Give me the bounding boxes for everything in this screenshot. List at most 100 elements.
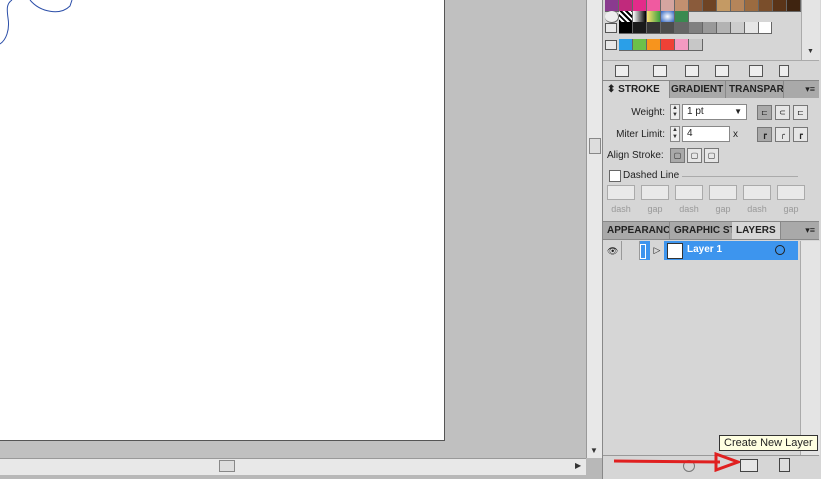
- swatch[interactable]: [703, 0, 717, 12]
- show-swatch-kinds-icon[interactable]: [653, 65, 667, 77]
- swatch[interactable]: [647, 39, 661, 51]
- swatch-libraries-icon[interactable]: [615, 65, 629, 77]
- weight-stepper[interactable]: ▲ ▼: [670, 104, 680, 120]
- projecting-cap-button[interactable]: ⊏: [793, 105, 808, 120]
- gap-field-3[interactable]: [777, 185, 805, 200]
- layer-row[interactable]: 👁 ▷ Layer 1: [603, 241, 798, 260]
- dash-label: dash: [679, 204, 699, 214]
- tab-label: TRANSPAR: [729, 84, 784, 95]
- swatch-pattern[interactable]: [605, 11, 619, 23]
- swatch[interactable]: [689, 0, 703, 12]
- round-join-button[interactable]: ╭: [775, 127, 790, 142]
- swatch[interactable]: [759, 22, 772, 34]
- align-center-button[interactable]: ▢: [670, 148, 685, 163]
- gap-field-2[interactable]: [709, 185, 737, 200]
- create-new-layer-button[interactable]: [740, 459, 758, 472]
- swatch[interactable]: [773, 0, 787, 12]
- canvas-vertical-scroll-thumb[interactable]: [589, 138, 601, 154]
- swatch[interactable]: [661, 39, 675, 51]
- miter-limit-stepper[interactable]: ▲ ▼: [670, 126, 680, 142]
- dash-field-1[interactable]: [607, 185, 635, 200]
- swatch[interactable]: [647, 22, 661, 34]
- tab-transparency[interactable]: TRANSPAR: [725, 81, 784, 98]
- new-color-group-icon[interactable]: [715, 65, 729, 77]
- swatch-folder-icon[interactable]: [605, 23, 617, 33]
- miter-join-button[interactable]: ┏: [757, 127, 772, 142]
- swatch-folder-icon[interactable]: [605, 40, 617, 50]
- swatch[interactable]: [717, 22, 731, 34]
- tab-graphic-styles[interactable]: GRAPHIC ST: [670, 222, 733, 239]
- swatch[interactable]: [619, 22, 633, 34]
- expand-triangle-icon[interactable]: ▷: [650, 241, 664, 260]
- swatch[interactable]: [787, 0, 801, 12]
- dash-label: dash: [747, 204, 767, 214]
- dash-field-2[interactable]: [675, 185, 703, 200]
- round-cap-button[interactable]: ⊂: [775, 105, 790, 120]
- swatch[interactable]: [759, 0, 773, 12]
- swatch[interactable]: [661, 22, 675, 34]
- swatch[interactable]: [703, 22, 717, 34]
- canvas-vertical-scrollbar[interactable]: [586, 0, 603, 458]
- butt-cap-button[interactable]: ⊏: [757, 105, 772, 120]
- dash-label: dash: [611, 204, 631, 214]
- canvas-horizontal-scroll-thumb[interactable]: [219, 460, 235, 472]
- tab-gradient[interactable]: GRADIENT: [667, 81, 726, 98]
- tab-label: APPEARANC: [607, 225, 670, 236]
- swatch[interactable]: [633, 39, 647, 51]
- swatches-toolbar: [603, 60, 819, 81]
- layers-scrollbar[interactable]: [800, 241, 820, 455]
- swatch-options-icon[interactable]: [685, 65, 699, 77]
- new-swatch-icon[interactable]: [749, 65, 763, 77]
- artboard[interactable]: [0, 0, 445, 441]
- swatch[interactable]: [633, 22, 647, 34]
- align-inside-button[interactable]: ▢: [687, 148, 702, 163]
- lock-toggle[interactable]: [622, 241, 640, 260]
- gap-field-1[interactable]: [641, 185, 669, 200]
- miter-limit-label: Miter Limit:: [616, 129, 665, 140]
- bevel-join-button[interactable]: ┏: [793, 127, 808, 142]
- canvas-horizontal-scrollbar[interactable]: [0, 458, 586, 475]
- target-circle-icon[interactable]: [775, 245, 785, 255]
- dashed-line-checkbox[interactable]: [609, 170, 621, 182]
- visibility-eye-icon[interactable]: 👁: [603, 241, 622, 260]
- scroll-down-arrow-icon[interactable]: ▼: [807, 48, 814, 55]
- gap-label: gap: [647, 204, 663, 214]
- swatch[interactable]: [619, 39, 633, 51]
- layer-color-indicator: [640, 244, 646, 259]
- swatch[interactable]: [675, 22, 689, 34]
- layer-thumbnail: [667, 243, 683, 259]
- divider: [682, 176, 798, 177]
- swatch[interactable]: [731, 0, 745, 12]
- trash-icon[interactable]: [779, 65, 789, 77]
- align-outside-button[interactable]: ▢: [704, 148, 719, 163]
- trash-icon[interactable]: [779, 458, 790, 472]
- swatch[interactable]: [675, 39, 689, 51]
- dash-field-3[interactable]: [743, 185, 771, 200]
- layers-list[interactable]: [603, 241, 800, 455]
- weight-dropdown[interactable]: 1 pt ▼: [682, 104, 747, 120]
- miter-limit-input[interactable]: 4: [682, 126, 730, 142]
- scroll-down-arrow-icon[interactable]: ▼: [590, 446, 598, 455]
- drawn-path[interactable]: [0, 0, 80, 60]
- tab-stroke[interactable]: ⬍ STROKE: [603, 81, 670, 98]
- swatch[interactable]: [689, 39, 703, 51]
- tab-label: LAYERS: [736, 225, 776, 236]
- tab-layers[interactable]: LAYERS: [732, 222, 781, 239]
- align-stroke-label: Align Stroke:: [607, 150, 664, 161]
- dashed-line-label: Dashed Line: [623, 170, 680, 181]
- scroll-right-arrow-icon[interactable]: ▶: [575, 461, 581, 470]
- chevron-down-icon: ▼: [734, 107, 742, 116]
- panel-menu-icon[interactable]: ▾≡: [805, 81, 815, 98]
- swatch[interactable]: [717, 0, 731, 12]
- swatch[interactable]: [731, 22, 745, 34]
- swatch[interactable]: [745, 0, 759, 12]
- tab-label: GRADIENT: [671, 84, 724, 95]
- swatch[interactable]: [745, 22, 759, 34]
- weight-value: 1 pt: [687, 106, 704, 117]
- swatches-scrollbar[interactable]: ▼: [801, 0, 820, 60]
- layer-name[interactable]: Layer 1: [687, 244, 722, 255]
- tab-appearance[interactable]: APPEARANC: [603, 222, 670, 239]
- weight-label: Weight:: [631, 107, 665, 118]
- swatch[interactable]: [689, 22, 703, 34]
- panel-menu-icon[interactable]: ▾≡: [805, 222, 815, 239]
